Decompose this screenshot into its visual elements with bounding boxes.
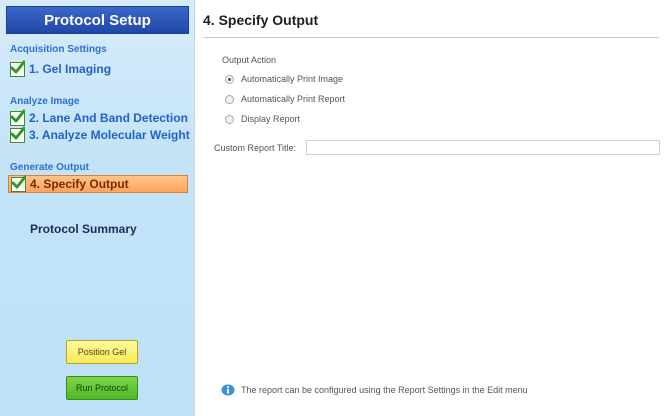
checkmark-icon	[10, 126, 25, 143]
radio-icon[interactable]	[225, 94, 234, 104]
option-label: Display Report	[241, 114, 301, 124]
position-gel-button[interactable]: Position Gel	[66, 340, 138, 364]
step-gel-imaging[interactable]: 1. Gel Imaging	[10, 60, 111, 78]
option-label: Automatically Print Image	[241, 74, 344, 84]
title-underline	[203, 37, 659, 38]
info-bar: The report can be configured using the R…	[221, 384, 528, 396]
step-specify-output[interactable]: 4. Specify Output	[8, 175, 188, 193]
run-protocol-button[interactable]: Run Protocol	[66, 376, 138, 400]
step-lane-band-detection[interactable]: 2. Lane And Band Detection	[10, 109, 188, 127]
step-label: 1. Gel Imaging	[29, 62, 112, 76]
protocol-summary-heading: Protocol Summary	[30, 222, 137, 236]
option-display-report[interactable]: Display Report	[225, 114, 300, 124]
protocol-setup-window: Protocol Setup Acquisition Settings 1. G…	[0, 0, 665, 416]
custom-report-title-input[interactable]	[306, 140, 660, 155]
checkmark-icon	[10, 109, 25, 126]
step-label: 2. Lane And Band Detection	[29, 111, 188, 125]
step-label: 4. Specify Output	[30, 177, 129, 191]
info-icon	[221, 384, 235, 396]
section-label-generate: Generate Output	[10, 162, 89, 173]
radio-selected-icon[interactable]	[225, 74, 234, 84]
step-analyze-molecular-weight[interactable]: 3. Analyze Molecular Weight	[10, 126, 190, 144]
sidebar: Protocol Setup Acquisition Settings 1. G…	[0, 0, 194, 416]
info-text: The report can be configured using the R…	[241, 385, 528, 395]
section-label-acquisition: Acquisition Settings	[10, 44, 107, 55]
option-label: Automatically Print Report	[241, 94, 346, 104]
output-action-label: Output Action	[222, 55, 277, 65]
panel-divider	[194, 0, 195, 416]
section-label-analyze: Analyze Image	[10, 96, 80, 107]
step-label: 3. Analyze Molecular Weight	[29, 128, 190, 142]
checkmark-icon	[11, 175, 26, 192]
option-print-image[interactable]: Automatically Print Image	[225, 74, 343, 84]
radio-icon[interactable]	[225, 114, 234, 124]
option-print-report[interactable]: Automatically Print Report	[225, 94, 345, 104]
custom-report-title-label: Custom Report Title:	[214, 143, 297, 153]
checkmark-icon	[10, 60, 25, 77]
sidebar-header: Protocol Setup	[6, 6, 189, 34]
page-title: 4. Specify Output	[203, 12, 319, 28]
